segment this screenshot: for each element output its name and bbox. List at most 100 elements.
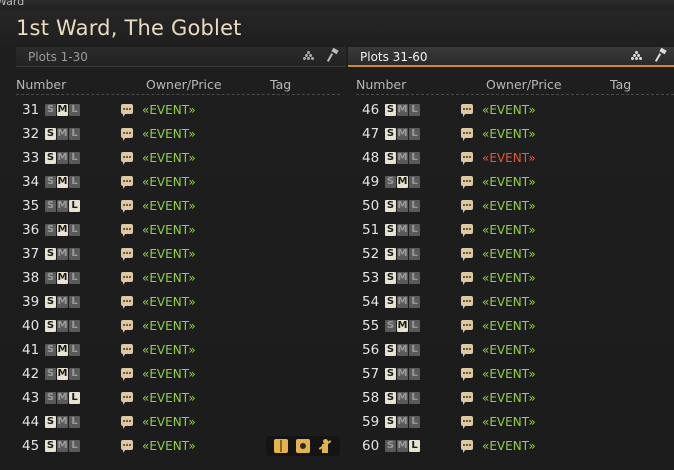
plot-size-indicator: SML	[45, 416, 81, 432]
plot-row[interactable]: 35 S M L «EVENT»	[16, 195, 340, 219]
greeting-bubble-icon[interactable]	[461, 272, 473, 285]
greeting-bubble-icon[interactable]	[121, 104, 133, 117]
plot-row[interactable]: 38 S M L «EVENT»	[16, 267, 340, 291]
size-s-badge: S	[45, 104, 56, 116]
plot-size-indicator: SML	[45, 200, 81, 216]
plot-number: 51	[362, 222, 380, 238]
plot-row[interactable]: 47 S M L «EVENT»	[356, 123, 674, 147]
plot-number: 53	[362, 270, 380, 286]
size-s-badge: S	[385, 128, 396, 140]
plot-row[interactable]: 34 S M L «EVENT»	[16, 171, 340, 195]
plot-size-indicator: SML	[45, 272, 81, 288]
plot-row[interactable]: 36 S M L «EVENT»	[16, 219, 340, 243]
size-m-badge: M	[57, 416, 68, 428]
greeting-bubble-icon[interactable]	[461, 368, 473, 381]
greeting-bubble-icon[interactable]	[121, 248, 133, 261]
greeting-bubble-icon[interactable]	[121, 224, 133, 237]
plot-row[interactable]: 45 S M L «EVENT»	[16, 435, 340, 459]
size-s-badge: S	[45, 392, 56, 404]
plot-row[interactable]: 54 S M L «EVENT»	[356, 291, 674, 315]
owner-price: «EVENT»	[142, 415, 196, 429]
size-m-badge: M	[397, 320, 408, 332]
header-tag: Tag	[270, 77, 292, 92]
plot-row[interactable]: 43 S M L «EVENT»	[16, 387, 340, 411]
size-l-badge: L	[69, 152, 80, 164]
greeting-bubble-icon[interactable]	[461, 224, 473, 237]
auction-hammer-icon[interactable]	[326, 49, 340, 63]
plot-row[interactable]: 41 S M L «EVENT»	[16, 339, 340, 363]
greeting-bubble-icon[interactable]	[461, 248, 473, 261]
plot-row[interactable]: 50 S M L «EVENT»	[356, 195, 674, 219]
greeting-bubble-icon[interactable]	[461, 320, 473, 333]
plot-row[interactable]: 49 S M L «EVENT»	[356, 171, 674, 195]
tab-plots-1-30[interactable]: Plots 1-30	[16, 47, 346, 67]
greeting-bubble-icon[interactable]	[121, 440, 133, 453]
plot-row[interactable]: 37 S M L «EVENT»	[16, 243, 340, 267]
owner-price: «EVENT»	[482, 415, 536, 429]
book-icon[interactable]	[274, 439, 288, 453]
plot-size-indicator: SML	[385, 176, 421, 192]
plot-list-right: Number Owner/Price Tag 46 S M L «EVENT» 47 S M L…	[356, 74, 674, 459]
plot-map-icon[interactable]	[302, 49, 316, 63]
plot-row[interactable]: 32 S M L «EVENT»	[16, 123, 340, 147]
greeting-bubble-icon[interactable]	[121, 176, 133, 189]
owner-price: «EVENT»	[142, 127, 196, 141]
plot-size-indicator: SML	[45, 152, 81, 168]
plot-size-indicator: SML	[45, 104, 81, 120]
greeting-bubble-icon[interactable]	[461, 104, 473, 117]
greeting-bubble-icon[interactable]	[461, 440, 473, 453]
owner-price: «EVENT»	[142, 151, 196, 165]
greeting-bubble-icon[interactable]	[461, 176, 473, 189]
greeting-bubble-icon[interactable]	[121, 344, 133, 357]
header-tag: Tag	[610, 77, 632, 92]
plot-row[interactable]: 31 S M L «EVENT»	[16, 99, 340, 123]
plot-row[interactable]: 57 S M L «EVENT»	[356, 363, 674, 387]
greeting-bubble-icon[interactable]	[121, 416, 133, 429]
greeting-bubble-icon[interactable]	[461, 416, 473, 429]
greeting-bubble-icon[interactable]	[461, 128, 473, 141]
greeting-bubble-icon[interactable]	[461, 200, 473, 213]
size-m-badge: M	[57, 200, 68, 212]
greeting-bubble-icon[interactable]	[121, 272, 133, 285]
plot-size-indicator: SML	[385, 152, 421, 168]
plot-row[interactable]: 51 S M L «EVENT»	[356, 219, 674, 243]
plot-row[interactable]: 59 S M L «EVENT»	[356, 411, 674, 435]
greeting-bubble-icon[interactable]	[121, 296, 133, 309]
plot-number: 41	[22, 342, 40, 358]
plot-row[interactable]: 56 S M L «EVENT»	[356, 339, 674, 363]
size-m-badge: M	[397, 176, 408, 188]
greeting-bubble-icon[interactable]	[461, 296, 473, 309]
greeting-bubble-icon[interactable]	[121, 152, 133, 165]
auction-hammer-icon[interactable]	[654, 49, 668, 63]
size-l-badge: L	[69, 248, 80, 260]
camera-icon[interactable]	[296, 439, 310, 453]
plot-map-icon[interactable]	[630, 49, 644, 63]
size-l-badge: L	[69, 392, 80, 404]
plot-row[interactable]: 52 S M L «EVENT»	[356, 243, 674, 267]
plot-row[interactable]: 60 S M L «EVENT»	[356, 435, 674, 459]
greeting-bubble-icon[interactable]	[121, 320, 133, 333]
greeting-bubble-icon[interactable]	[121, 200, 133, 213]
plot-row[interactable]: 40 S M L «EVENT»	[16, 315, 340, 339]
plot-row[interactable]: 33 S M L «EVENT»	[16, 147, 340, 171]
plot-row[interactable]: 42 S M L «EVENT»	[16, 363, 340, 387]
size-m-badge: M	[397, 344, 408, 356]
plot-row[interactable]: 48 S M L «EVENT»	[356, 147, 674, 171]
size-m-badge: M	[57, 152, 68, 164]
plot-row[interactable]: 39 S M L «EVENT»	[16, 291, 340, 315]
plot-size-indicator: SML	[385, 320, 421, 336]
greeting-bubble-icon[interactable]	[461, 152, 473, 165]
plot-row[interactable]: 55 S M L «EVENT»	[356, 315, 674, 339]
size-s-badge: S	[45, 296, 56, 308]
greeting-bubble-icon[interactable]	[121, 392, 133, 405]
plot-row[interactable]: 44 S M L «EVENT»	[16, 411, 340, 435]
plot-row[interactable]: 53 S M L «EVENT»	[356, 267, 674, 291]
plot-row[interactable]: 46 S M L «EVENT»	[356, 99, 674, 123]
tab-plots-31-60[interactable]: Plots 31-60	[348, 47, 674, 67]
person-icon[interactable]	[318, 439, 332, 453]
greeting-bubble-icon[interactable]	[461, 392, 473, 405]
plot-row[interactable]: 58 S M L «EVENT»	[356, 387, 674, 411]
greeting-bubble-icon[interactable]	[461, 344, 473, 357]
greeting-bubble-icon[interactable]	[121, 368, 133, 381]
greeting-bubble-icon[interactable]	[121, 128, 133, 141]
